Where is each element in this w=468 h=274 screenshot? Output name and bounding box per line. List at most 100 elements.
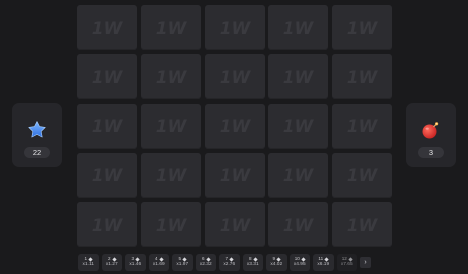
mine-tile[interactable]: 1W [204,5,265,50]
tile-logo: 1W [219,166,251,186]
multiplier-gems: 4 [154,255,164,262]
tile-logo: 1W [347,19,379,39]
multiplier-gem-count: 9 [272,255,276,261]
mine-tile[interactable]: 1W [140,202,201,247]
multiplier-pill: 8 x3.31 [242,254,263,271]
gem-icon [135,256,140,262]
multiplier-gems: 8 [249,256,258,262]
tile-logo-text: 1W [347,68,379,88]
tile-logo: 1W [347,68,379,88]
bomb-icon [420,119,442,141]
next-multipliers-button[interactable]: › [360,257,371,268]
multiplier-value: x1.11 [82,262,94,268]
mines-board: 1W 1W 1W 1W 1W 1W 1W 1W 1W 1W 1W 1W 1W 1W 1W 1W 1W 1W 1W 1W… [77,5,392,247]
multiplier-pill: 1 x1.11 [78,254,99,271]
multiplier-gems: 1 [84,255,93,262]
multiplier-value: x1.46 [129,262,142,268]
tile-logo-text: 1W [347,216,379,236]
multiplier-gem-count: 6 [201,255,205,261]
multiplier-gems: 11 [318,255,329,262]
mine-tile[interactable]: 1W [332,202,392,247]
gem-icon [348,256,353,262]
mine-tile[interactable]: 1W [140,5,201,50]
multiplier-gem-count: 7 [225,255,229,261]
multiplier-gem-count: 3 [131,255,135,261]
mine-tile[interactable]: 1W [332,54,392,100]
tile-logo: 1W [155,216,187,236]
mine-tile[interactable]: 1W [332,103,392,149]
tile-logo-text: 1W [155,68,187,88]
tile-logo-text: 1W [155,166,187,186]
tile-logo: 1W [155,68,187,88]
multiplier-pill: 5 x1.97 [172,254,193,271]
gem-icon [111,256,117,262]
multiplier-gems: 5 [178,256,187,262]
tile-logo: 1W [155,117,187,137]
tile-logo: 1W [283,117,315,137]
multiplier-gem-count: 1 [84,255,88,261]
multiplier-value: x6.19 [317,262,330,268]
multiplier-gem-count: 2 [107,255,111,261]
multiplier-gems: 10 [295,256,306,262]
multiplier-gems: 2 [107,255,117,262]
mine-tile[interactable]: 1W [77,103,137,149]
multiplier-pill: 3 x1.46 [125,254,146,271]
tile-logo: 1W [283,19,315,39]
tile-logo-text: 1W [219,216,251,236]
tile-logo: 1W [283,68,315,88]
mine-tile[interactable]: 1W [204,152,265,198]
multiplier-gem-count: 4 [154,255,158,261]
multiplier-value: x4.95 [293,262,306,268]
tile-logo: 1W [92,166,124,186]
mine-tile[interactable]: 1W [204,103,265,149]
gem-icon [205,256,211,262]
tile-logo-text: 1W [155,117,187,137]
mine-tile[interactable]: 1W [77,54,137,100]
tile-logo-text: 1W [92,216,124,236]
mine-tile[interactable]: 1W [77,152,137,198]
mine-tile[interactable]: 1W [268,5,329,50]
multiplier-gem-count: 12 [341,255,347,261]
gems-count: 22 [24,147,50,158]
multiplier-strip: 1 x1.11 2 x1.27 3 x1.46 4 x1.69 5 x1.97 6 x2.32 7 x2.… [78,254,371,271]
mine-tile[interactable]: 1W [268,152,329,198]
mines-game: 22 1W 1W 1W 1W 1W 1W 1W 1W 1W 1W 1W 1W 1W 1W 1W 1W 1W 1W 1… [0,0,468,274]
tile-logo-text: 1W [347,117,379,137]
tile-logo-text: 1W [347,19,379,39]
tile-logo-text: 1W [219,166,251,186]
mine-tile[interactable]: 1W [140,54,201,100]
tile-logo-text: 1W [92,166,124,186]
tile-logo: 1W [219,216,251,236]
multiplier-gems: 12 [341,255,353,262]
mine-tile[interactable]: 1W [204,54,265,100]
mine-tile[interactable]: 1W [140,152,201,198]
multiplier-pill: 6 x2.32 [195,254,216,271]
multiplier-pill: 11 x6.19 [313,254,334,271]
multiplier-gem-count: 11 [318,255,324,261]
gem-icon [88,256,93,262]
multiplier-value: x1.97 [176,262,189,268]
tile-logo-text: 1W [92,117,124,137]
multiplier-pill: 4 x1.69 [148,254,169,271]
tile-logo: 1W [219,19,251,39]
tile-logo: 1W [92,117,124,137]
tile-logo-text: 1W [92,68,124,88]
mine-tile[interactable]: 1W [204,202,265,247]
multiplier-pill: 2 x1.27 [101,254,122,271]
mine-tile[interactable]: 1W [268,103,329,149]
mine-tile[interactable]: 1W [77,202,137,247]
multiplier-value: x4.02 [270,262,283,268]
mine-tile[interactable]: 1W [332,5,392,50]
gem-icon [324,256,329,262]
mine-tile[interactable]: 1W [332,152,392,198]
mine-tile[interactable]: 1W [268,202,329,247]
mine-tile[interactable]: 1W [77,5,137,50]
tile-logo-text: 1W [283,68,315,88]
multiplier-pill: 10 x4.95 [289,254,310,271]
multiplier-pill: 7 x2.76 [219,254,240,271]
multiplier-value: x7.65 [340,262,353,268]
mine-tile[interactable]: 1W [268,54,329,100]
tile-logo-text: 1W [219,19,251,39]
tile-logo: 1W [347,216,379,236]
mine-tile[interactable]: 1W [140,103,201,149]
